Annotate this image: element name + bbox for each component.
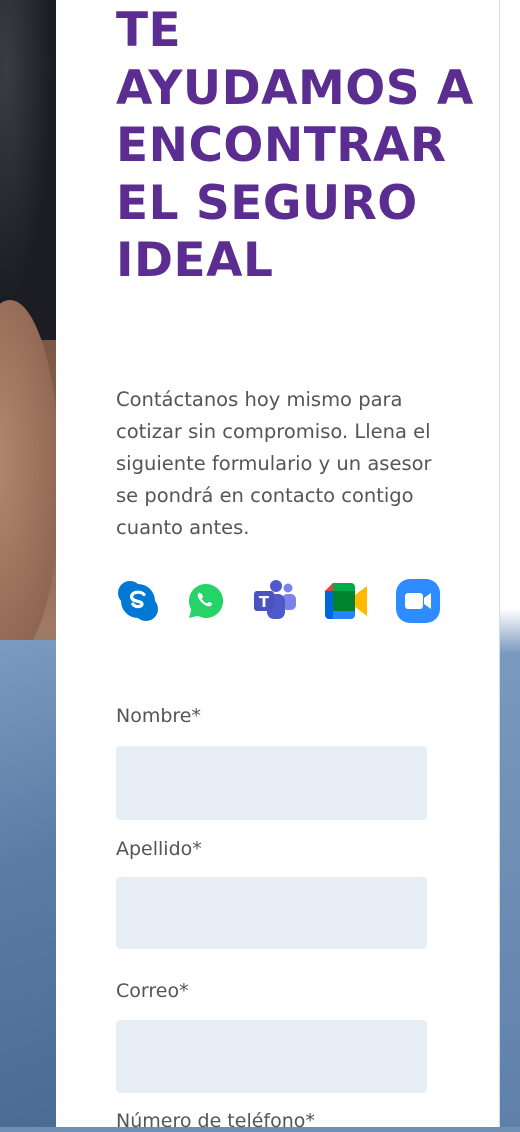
first-name-input[interactable]: [116, 746, 427, 820]
intro-text: Contáctanos hoy mismo para cotizar sin c…: [116, 388, 432, 539]
photo-shirt: [0, 640, 60, 1127]
last-name-input[interactable]: [116, 877, 427, 949]
whatsapp-icon[interactable]: [186, 581, 226, 621]
first-name-label: Nombre*: [116, 705, 201, 727]
phone-label: Número de teléfono*: [116, 1110, 315, 1132]
email-label: Correo*: [116, 980, 189, 1002]
photo-face: [0, 300, 60, 660]
microsoft-teams-icon[interactable]: T: [252, 579, 298, 623]
contact-card: TE AYUDAMOS A ENCONTRAR EL SEGURO IDEAL …: [56, 0, 500, 1132]
photo-hair: [0, 0, 60, 340]
svg-text:T: T: [258, 593, 269, 611]
page-headline: TE AYUDAMOS A ENCONTRAR EL SEGURO IDEAL: [116, 3, 474, 288]
photo-edge-right: [498, 0, 520, 1127]
zoom-icon[interactable]: [395, 578, 441, 624]
contact-apps-row: T: [116, 578, 441, 624]
last-name-label: Apellido*: [116, 838, 202, 860]
email-input[interactable]: [116, 1020, 427, 1093]
skype-icon[interactable]: [116, 579, 160, 623]
person-photo: [0, 0, 60, 1127]
google-meet-icon[interactable]: [323, 581, 369, 621]
